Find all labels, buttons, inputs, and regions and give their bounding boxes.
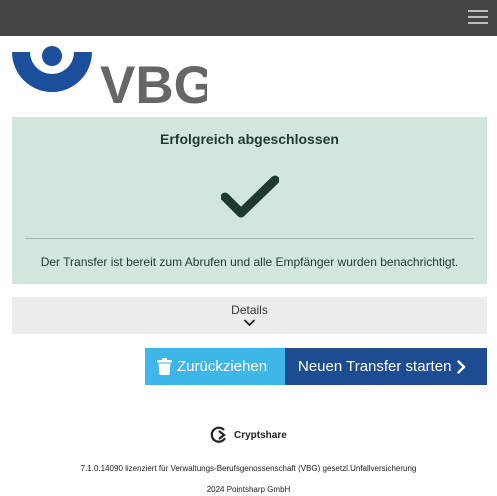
chevron-right-icon [457, 359, 467, 374]
top-bar [0, 0, 497, 36]
new-transfer-button[interactable]: Neuen Transfer starten [285, 348, 487, 385]
hamburger-menu-icon[interactable] [468, 7, 488, 27]
copyright-text: 2024 Pointsharp GmbH [206, 485, 291, 494]
cryptshare-icon [210, 426, 226, 443]
withdraw-button[interactable]: Zurückziehen [145, 348, 285, 385]
new-transfer-label: Neuen Transfer starten [298, 358, 452, 375]
license-text: 7.1.0.14090 lizenziert für Verwaltungs-B… [80, 464, 417, 473]
trash-icon [157, 358, 172, 375]
divider [25, 238, 474, 239]
checkmark-icon [221, 175, 279, 218]
details-label: Details [231, 303, 268, 317]
chevron-down-icon [244, 319, 255, 327]
success-panel: Erfolgreich abgeschlossen Der Transfer i… [12, 117, 487, 284]
success-message: Der Transfer ist bereit zum Abrufen und … [40, 255, 459, 269]
cryptshare-logo: Cryptshare [209, 425, 287, 445]
vbg-logo: VBG [12, 46, 215, 115]
withdraw-label: Zurückziehen [177, 358, 268, 375]
success-title: Erfolgreich abgeschlossen [160, 131, 339, 147]
cryptshare-brand: Cryptshare [234, 429, 287, 441]
logo-text: VBG [100, 56, 207, 108]
details-toggle[interactable]: Details [12, 297, 487, 334]
